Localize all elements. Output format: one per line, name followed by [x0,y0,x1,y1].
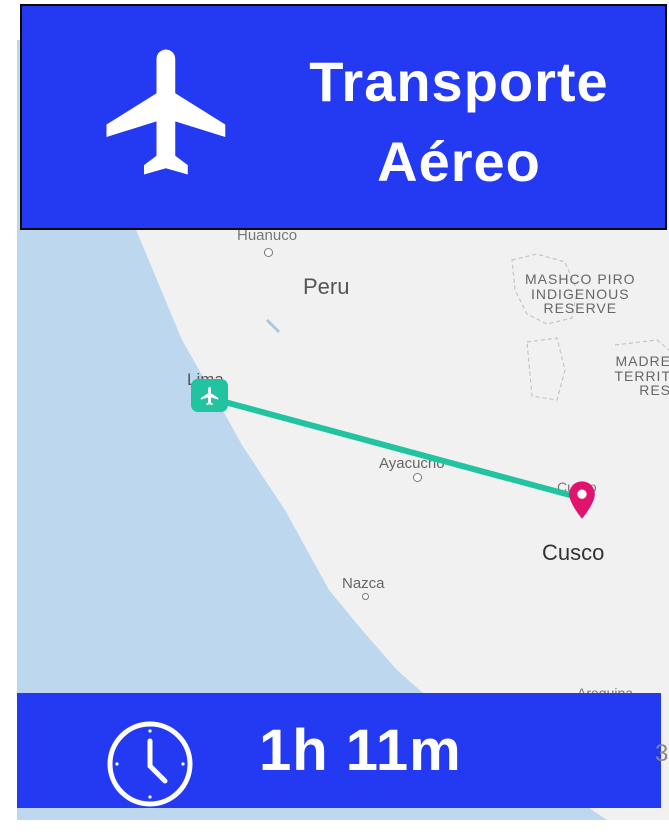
map-edge-fragment: 3 [655,740,669,767]
airplane-icon [200,386,218,405]
origin-marker[interactable] [191,379,228,412]
transport-type-banner: Transporte Aéreo [20,4,667,230]
clock-icon [107,721,193,807]
flight-info-card: Huanuco Peru MASHCO PIRO INDIGENOUS RESE… [0,0,669,837]
transport-title-line2: Aéreo [377,130,541,193]
duration-banner: 1h 11m [17,693,661,808]
airplane-icon [106,49,226,175]
transport-title: Transporte Aéreo [254,42,664,202]
transport-title-line1: Transporte [309,50,609,113]
flight-duration: 1h 11m [259,718,462,783]
map-pin-icon [569,481,595,519]
destination-marker[interactable] [568,481,596,524]
